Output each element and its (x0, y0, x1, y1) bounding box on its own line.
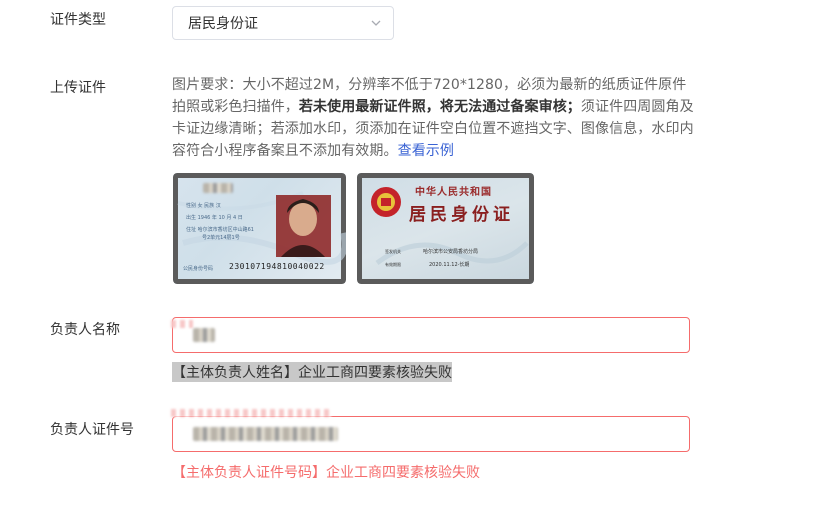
owner-id-label: 负责人证件号 (50, 422, 134, 438)
card-id-label: 公民身份号码 (183, 266, 214, 272)
owner-name-input[interactable] (171, 317, 690, 353)
chevron-down-icon (371, 20, 381, 26)
owner-id-input[interactable] (171, 409, 690, 452)
card-address-line2: 号2单元14层1号 (202, 235, 240, 241)
upload-label: 上传证件 (50, 80, 106, 96)
card-address-line1: 住址 哈尔滨市香坊区中山路61 (186, 227, 254, 233)
card-validity: 2020.11.12-长期 (429, 262, 470, 268)
card-validity-label: 有效期限 (385, 262, 401, 267)
view-example-link[interactable]: 查看示例 (398, 143, 454, 159)
owner-name-error: 【主体负责人姓名】企业工商四要素核验失败 (172, 362, 452, 382)
owner-id-error: 【主体负责人证件号码】企业工商四要素核验失败 (172, 465, 480, 481)
card-country: 中华人民共和国 (415, 187, 492, 198)
requirements-warning: 若未使用最新证件照，将无法通过备案审核； (298, 99, 581, 115)
card-authority-label: 签发机关 (385, 249, 401, 254)
id-type-label: 证件类型 (50, 12, 106, 28)
owner-name-label: 负责人名称 (50, 322, 120, 338)
card-birth-line: 出生 1946 年 10 月 4 日 (186, 215, 243, 221)
card-authority: 哈尔滨市公安局香坊分局 (423, 249, 479, 255)
id-type-select[interactable]: 居民身份证 (172, 6, 394, 40)
id-card-front-image[interactable]: 性别 女 民族 汉 出生 1946 年 10 月 4 日 住址 哈尔滨市香坊区中… (173, 173, 346, 284)
card-gender-line: 性别 女 民族 汉 (186, 203, 221, 209)
card-id-number: 230107194810040022 (229, 262, 325, 271)
id-card-back-image[interactable]: 中华人民共和国 居民身份证 签发机关 哈尔滨市公安局香坊分局 有效期限 2020… (357, 173, 534, 284)
card-title: 居民身份证 (409, 205, 514, 225)
upload-requirements: 图片要求：大小不超过2M，分辨率不低于720*1280，必须为最新的纸质证件原件… (172, 74, 698, 162)
id-type-selected-value: 居民身份证 (188, 16, 258, 32)
